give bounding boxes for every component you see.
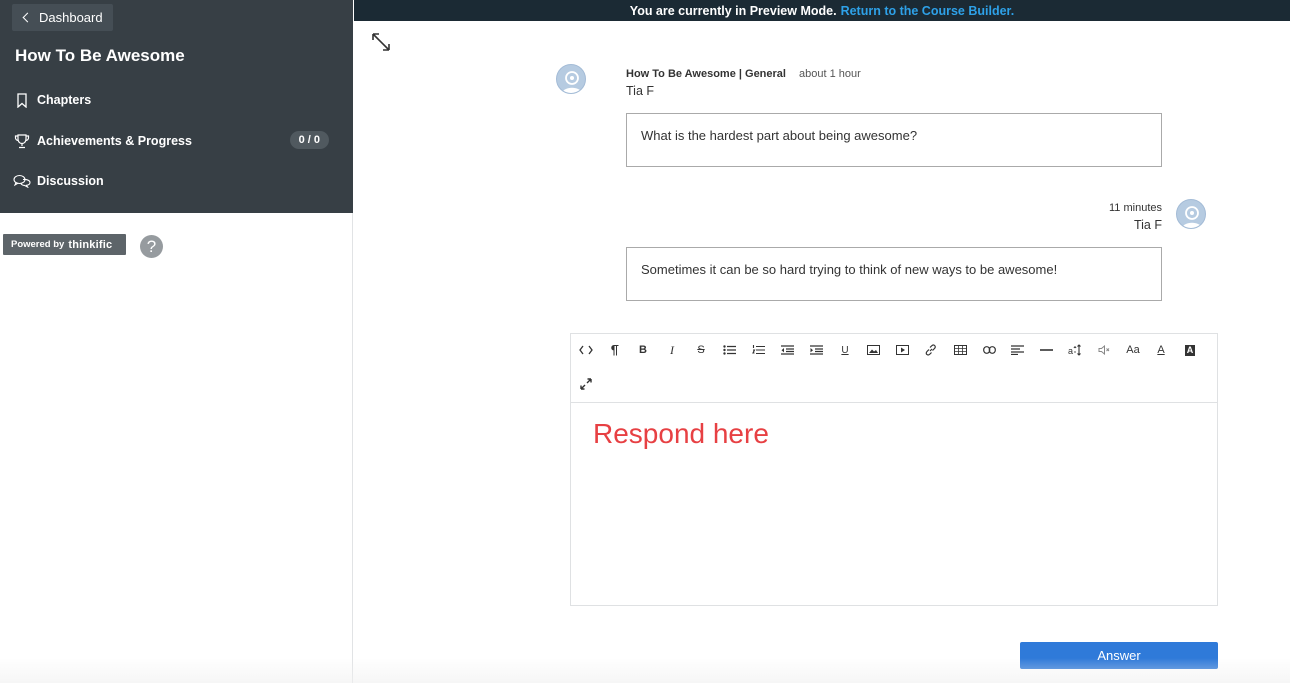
answer-button[interactable]: Answer — [1020, 642, 1218, 669]
avatar — [556, 64, 586, 94]
horizontal-rule-icon[interactable] — [1036, 340, 1056, 360]
question-mark-icon: ? — [146, 236, 157, 256]
reply-meta: 11 minutes — [1060, 202, 1162, 214]
numbered-list-icon[interactable] — [748, 340, 768, 360]
bookmark-icon — [12, 91, 32, 109]
powered-by-badge[interactable]: Powered by thinkific — [3, 234, 126, 255]
thinkific-logo: thinkific — [68, 238, 113, 251]
help-button[interactable]: ? — [140, 235, 163, 258]
post-meta: How To Be Awesome | General about 1 hour — [626, 68, 861, 80]
paragraph-icon[interactable] — [604, 340, 624, 360]
chat-bubbles-icon — [12, 172, 32, 190]
return-to-course-builder-link[interactable]: Return to the Course Builder. — [841, 4, 1015, 18]
sidebar-item-label: Achievements & Progress — [37, 134, 192, 148]
sidebar-item-achievements[interactable]: Achievements & Progress 0 / 0 — [12, 130, 332, 152]
preview-mode-bar: You are currently in Preview Mode. Retur… — [354, 0, 1290, 21]
respond-here-annotation[interactable]: Respond here — [593, 418, 769, 450]
font-size-icon[interactable]: a — [1065, 340, 1085, 360]
sidebar-item-chapters[interactable]: Chapters — [12, 89, 332, 111]
reply-body: Sometimes it can be so hard trying to th… — [626, 247, 1162, 301]
sidebar-header: Dashboard How To Be Awesome Chapters Ach… — [0, 0, 353, 213]
sidebar-item-label: Chapters — [37, 93, 92, 107]
avatar — [1176, 199, 1206, 229]
expand-icon[interactable] — [371, 32, 391, 52]
forum-name[interactable]: How To Be Awesome | General — [626, 68, 786, 80]
indent-icon[interactable] — [806, 340, 826, 360]
reply-author: Tia F — [1133, 218, 1162, 232]
post-body: What is the hardest part about being awe… — [626, 113, 1162, 167]
sidebar-item-discussion[interactable]: Discussion — [12, 170, 332, 192]
table-icon[interactable] — [950, 340, 970, 360]
preview-mode-text: You are currently in Preview Mode. — [629, 3, 837, 18]
post-author: Tia F — [626, 84, 655, 98]
powered-by-label: Powered by — [11, 239, 65, 250]
background-color-icon[interactable]: A — [1180, 340, 1200, 360]
text-color-icon[interactable]: A — [1151, 340, 1171, 360]
trophy-icon — [12, 132, 32, 150]
code-view-icon[interactable] — [576, 340, 596, 360]
reply-timestamp: 11 minutes — [1109, 202, 1162, 214]
fullscreen-icon[interactable] — [576, 374, 596, 394]
chevron-left-icon — [22, 12, 33, 23]
course-title: How To Be Awesome — [15, 46, 185, 65]
italic-icon[interactable]: I — [662, 340, 682, 360]
outdent-icon[interactable] — [777, 340, 797, 360]
bold-icon[interactable]: B — [633, 340, 653, 360]
link-icon[interactable] — [921, 340, 941, 360]
course-sidebar: Dashboard How To Be Awesome Chapters Ach… — [0, 0, 353, 683]
unlink-icon[interactable] — [979, 340, 999, 360]
align-icon[interactable] — [1007, 340, 1027, 360]
svg-text:a: a — [1068, 346, 1073, 356]
image-icon[interactable] — [863, 340, 883, 360]
audio-icon[interactable] — [1094, 340, 1114, 360]
dashboard-label: Dashboard — [39, 10, 103, 25]
post-timestamp: about 1 hour — [799, 68, 861, 80]
editor-toolbar: B I S U a Aa A A — [571, 334, 1217, 403]
strikethrough-icon[interactable]: S — [691, 340, 711, 360]
progress-badge: 0 / 0 — [289, 131, 329, 149]
font-family-icon[interactable]: Aa — [1123, 340, 1143, 360]
dashboard-back-button[interactable]: Dashboard — [12, 4, 113, 31]
bullet-list-icon[interactable] — [719, 340, 739, 360]
reply-editor: B I S U a Aa A A Respond here — [570, 333, 1218, 606]
sidebar-item-label: Discussion — [37, 174, 104, 188]
video-icon[interactable] — [892, 340, 912, 360]
underline-icon[interactable]: U — [835, 340, 855, 360]
